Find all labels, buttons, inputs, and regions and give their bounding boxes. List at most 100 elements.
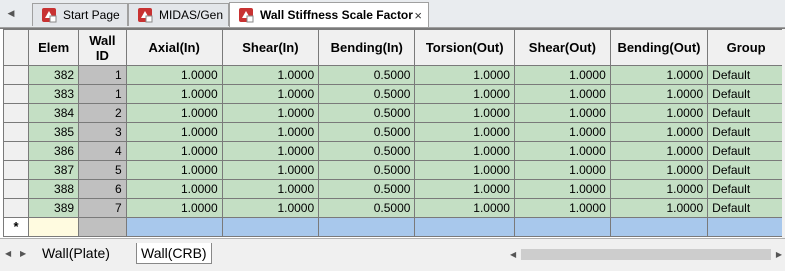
row-header[interactable] <box>2 198 30 218</box>
column-header-bending-out[interactable]: Bending(Out) <box>609 29 709 66</box>
cell-group[interactable]: Default <box>707 198 785 218</box>
cell-shear-out[interactable]: 1.0000 <box>513 198 611 218</box>
row-header[interactable] <box>2 179 30 199</box>
cell-shear-in[interactable]: 1.0000 <box>221 179 320 199</box>
table-row[interactable]: 387 5 1.0000 1.0000 0.5000 1.0000 1.0000 1.0000… <box>2 160 785 180</box>
cell-bending-out[interactable]: 1.0000 <box>609 122 709 142</box>
tab-scroll-left-icon[interactable]: ◀ <box>0 0 22 27</box>
cell-group[interactable] <box>707 217 785 237</box>
cell-axial-in[interactable]: 1.0000 <box>125 122 223 142</box>
cell-group[interactable]: Default <box>707 122 785 142</box>
cell-axial-in[interactable]: 1.0000 <box>125 103 223 123</box>
cell-torsion-out[interactable]: 1.0000 <box>414 65 515 85</box>
cell-group[interactable]: Default <box>707 65 785 85</box>
cell-shear-out[interactable]: 1.0000 <box>513 141 611 161</box>
cell-bending-out[interactable]: 1.0000 <box>609 103 709 123</box>
cell-bending-out[interactable]: 1.0000 <box>609 179 709 199</box>
cell-elem[interactable]: 386 <box>28 141 80 161</box>
cell-bending-out[interactable]: 1.0000 <box>609 160 709 180</box>
cell-elem[interactable]: 383 <box>28 84 80 104</box>
table-row[interactable]: 388 6 1.0000 1.0000 0.5000 1.0000 1.0000 1.0000… <box>2 179 785 199</box>
table-row[interactable]: 386 4 1.0000 1.0000 0.5000 1.0000 1.0000 1.0000… <box>2 141 785 161</box>
new-row[interactable]: * <box>2 217 785 237</box>
row-header[interactable] <box>2 160 30 180</box>
cell-bending-in[interactable]: 0.5000 <box>318 141 416 161</box>
scrollbar-thumb[interactable] <box>521 249 771 260</box>
cell-elem[interactable]: 385 <box>28 122 80 142</box>
row-header[interactable] <box>2 65 30 85</box>
cell-group[interactable]: Default <box>707 141 785 161</box>
cell-bending-in[interactable]: 0.5000 <box>318 84 416 104</box>
cell-elem[interactable]: 382 <box>28 65 80 85</box>
sheet-tab-wall-plate[interactable]: Wall(Plate) <box>38 243 114 263</box>
cell-shear-out[interactable]: 1.0000 <box>513 179 611 199</box>
cell-shear-in[interactable]: 1.0000 <box>221 84 320 104</box>
cell-torsion-out[interactable]: 1.0000 <box>414 179 515 199</box>
table-row[interactable]: 383 1 1.0000 1.0000 0.5000 1.0000 1.0000 1.0000… <box>2 84 785 104</box>
cell-axial-in[interactable]: 1.0000 <box>125 198 223 218</box>
cell-shear-in[interactable]: 1.0000 <box>221 141 320 161</box>
column-header-group[interactable]: Group <box>707 29 785 66</box>
cell-shear-out[interactable] <box>513 217 611 237</box>
cell-bending-in[interactable] <box>318 217 416 237</box>
cell-torsion-out[interactable] <box>414 217 515 237</box>
cell-torsion-out[interactable]: 1.0000 <box>414 198 515 218</box>
close-icon[interactable]: × <box>414 8 422 23</box>
cell-shear-out[interactable]: 1.0000 <box>513 160 611 180</box>
cell-bending-in[interactable]: 0.5000 <box>318 179 416 199</box>
cell-bending-out[interactable] <box>609 217 709 237</box>
column-header-shear-out[interactable]: Shear(Out) <box>513 29 611 66</box>
cell-torsion-out[interactable]: 1.0000 <box>414 122 515 142</box>
column-header-torsion-out[interactable]: Torsion(Out) <box>414 29 515 66</box>
tab-start-page[interactable]: Start Page <box>32 3 128 26</box>
cell-elem[interactable]: 387 <box>28 160 80 180</box>
cell-group[interactable]: Default <box>707 103 785 123</box>
cell-shear-out[interactable]: 1.0000 <box>513 103 611 123</box>
cell-group[interactable]: Default <box>707 84 785 104</box>
cell-axial-in[interactable] <box>125 217 223 237</box>
column-header-wall-id[interactable]: Wall ID <box>78 29 127 66</box>
horizontal-scrollbar[interactable]: ◀ ▶ <box>507 247 785 263</box>
cell-bending-out[interactable]: 1.0000 <box>609 84 709 104</box>
cell-shear-in[interactable]: 1.0000 <box>221 160 320 180</box>
cell-shear-in[interactable] <box>221 217 320 237</box>
cell-elem[interactable] <box>28 217 80 237</box>
row-header[interactable] <box>2 84 30 104</box>
row-header[interactable] <box>2 141 30 161</box>
cell-elem[interactable]: 389 <box>28 198 80 218</box>
cell-axial-in[interactable]: 1.0000 <box>125 141 223 161</box>
cell-elem[interactable]: 388 <box>28 179 80 199</box>
column-header-axial-in[interactable]: Axial(In) <box>125 29 223 66</box>
cell-bending-out[interactable]: 1.0000 <box>609 198 709 218</box>
cell-torsion-out[interactable]: 1.0000 <box>414 84 515 104</box>
cell-axial-in[interactable]: 1.0000 <box>125 65 223 85</box>
column-header-bending-in[interactable]: Bending(In) <box>318 29 416 66</box>
scroll-right-icon[interactable]: ▶ <box>776 250 782 259</box>
cell-axial-in[interactable]: 1.0000 <box>125 179 223 199</box>
sheet-scroll-right-icon[interactable]: ▶ <box>20 249 26 258</box>
cell-axial-in[interactable]: 1.0000 <box>125 160 223 180</box>
cell-bending-in[interactable]: 0.5000 <box>318 198 416 218</box>
new-row-marker[interactable]: * <box>2 217 30 237</box>
table-row[interactable]: 385 3 1.0000 1.0000 0.5000 1.0000 1.0000 1.0000… <box>2 122 785 142</box>
cell-torsion-out[interactable]: 1.0000 <box>414 103 515 123</box>
cell-bending-in[interactable]: 0.5000 <box>318 65 416 85</box>
column-header-elem[interactable]: Elem <box>28 29 80 66</box>
table-row[interactable]: 389 7 1.0000 1.0000 0.5000 1.0000 1.0000 1.0000… <box>2 198 785 218</box>
table-row[interactable]: 382 1 1.0000 1.0000 0.5000 1.0000 1.0000 1.0000… <box>2 65 785 85</box>
sheet-scroll-left-icon[interactable]: ◀ <box>5 249 11 258</box>
select-all-corner[interactable] <box>2 29 30 66</box>
table-row[interactable]: 384 2 1.0000 1.0000 0.5000 1.0000 1.0000 1.0000… <box>2 103 785 123</box>
scroll-left-icon[interactable]: ◀ <box>510 250 516 259</box>
cell-bending-in[interactable]: 0.5000 <box>318 160 416 180</box>
cell-elem[interactable]: 384 <box>28 103 80 123</box>
cell-bending-in[interactable]: 0.5000 <box>318 103 416 123</box>
cell-shear-in[interactable]: 1.0000 <box>221 198 320 218</box>
cell-shear-in[interactable]: 1.0000 <box>221 65 320 85</box>
cell-group[interactable]: Default <box>707 179 785 199</box>
cell-shear-out[interactable]: 1.0000 <box>513 122 611 142</box>
cell-torsion-out[interactable]: 1.0000 <box>414 141 515 161</box>
cell-bending-out[interactable]: 1.0000 <box>609 65 709 85</box>
row-header[interactable] <box>2 122 30 142</box>
cell-axial-in[interactable]: 1.0000 <box>125 84 223 104</box>
